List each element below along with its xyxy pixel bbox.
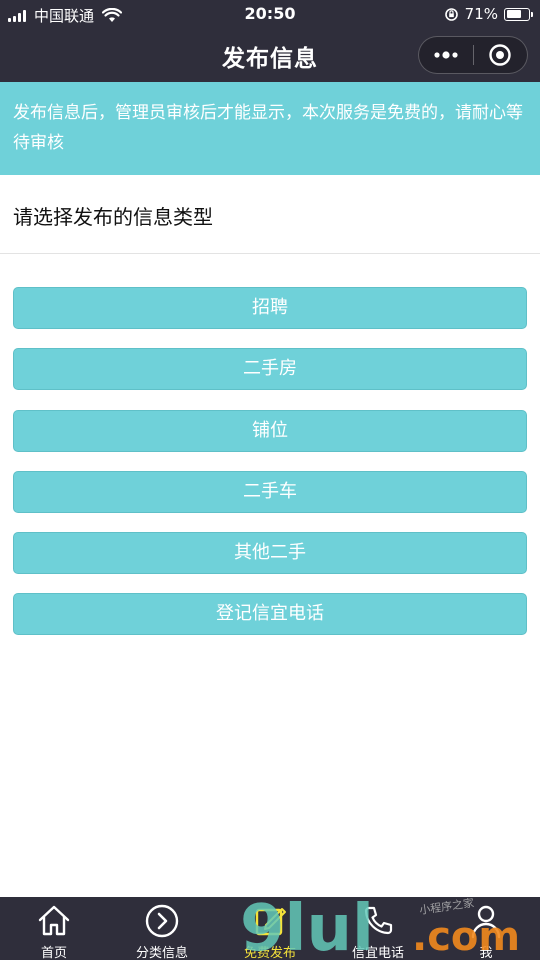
tab-bar: 首页 分类信息 免费发布 信宜电话 我 (0, 897, 540, 960)
nav-bar: 发布信息 (0, 28, 540, 82)
tab-phone[interactable]: 信宜电话 (324, 897, 432, 960)
battery-percent: 71% (464, 5, 498, 23)
tab-label: 信宜电话 (351, 946, 404, 960)
status-right: 71% (444, 5, 533, 23)
more-dots-icon (434, 51, 458, 59)
home-icon (38, 905, 70, 936)
chevron-circle-icon (145, 904, 179, 938)
type-button-other-second-hand[interactable]: 其他二手 (13, 532, 527, 575)
tab-label: 分类信息 (135, 946, 188, 960)
tab-home[interactable]: 首页 (0, 897, 108, 960)
edit-icon (255, 908, 286, 936)
battery-icon (504, 7, 533, 21)
mini-program-capsule (418, 36, 528, 74)
tab-free-publish[interactable]: 免费发布 (216, 897, 324, 960)
more-button[interactable] (419, 37, 473, 73)
type-section-header: 请选择发布的信息类型 (0, 175, 540, 254)
user-icon (471, 905, 501, 939)
status-bar: 中国联通 20:50 71% (0, 0, 540, 28)
section-title: 请选择发布的信息类型 (13, 205, 213, 229)
tab-label: 免费发布 (243, 946, 296, 960)
tab-label: 我 (479, 946, 493, 960)
tab-label: 首页 (40, 946, 67, 960)
target-close-icon (489, 44, 511, 66)
tab-categories[interactable]: 分类信息 (108, 897, 216, 960)
type-button-register-phone[interactable]: 登记信宜电话 (13, 593, 527, 636)
rotation-lock-icon (444, 7, 458, 21)
type-button-second-hand-car[interactable]: 二手车 (13, 470, 527, 513)
phone-icon (364, 906, 393, 935)
tab-me[interactable]: 我 (432, 897, 540, 960)
type-button-recruitment[interactable]: 招聘 (13, 287, 527, 329)
type-button-second-hand-house[interactable]: 二手房 (13, 348, 527, 391)
type-list: 招聘 二手房 铺位 二手车 其他二手 登记信宜电话 (13, 287, 527, 655)
close-button[interactable] (474, 37, 528, 73)
battery-fill (506, 10, 522, 18)
type-button-shop-space[interactable]: 铺位 (13, 409, 527, 452)
review-notice: 发布信息后，管理员审核后才能显示，本次服务是免费的，请耐心等待审核 (0, 82, 540, 175)
notice-text: 发布信息后，管理员审核后才能显示，本次服务是免费的，请耐心等待审核 (13, 103, 523, 153)
